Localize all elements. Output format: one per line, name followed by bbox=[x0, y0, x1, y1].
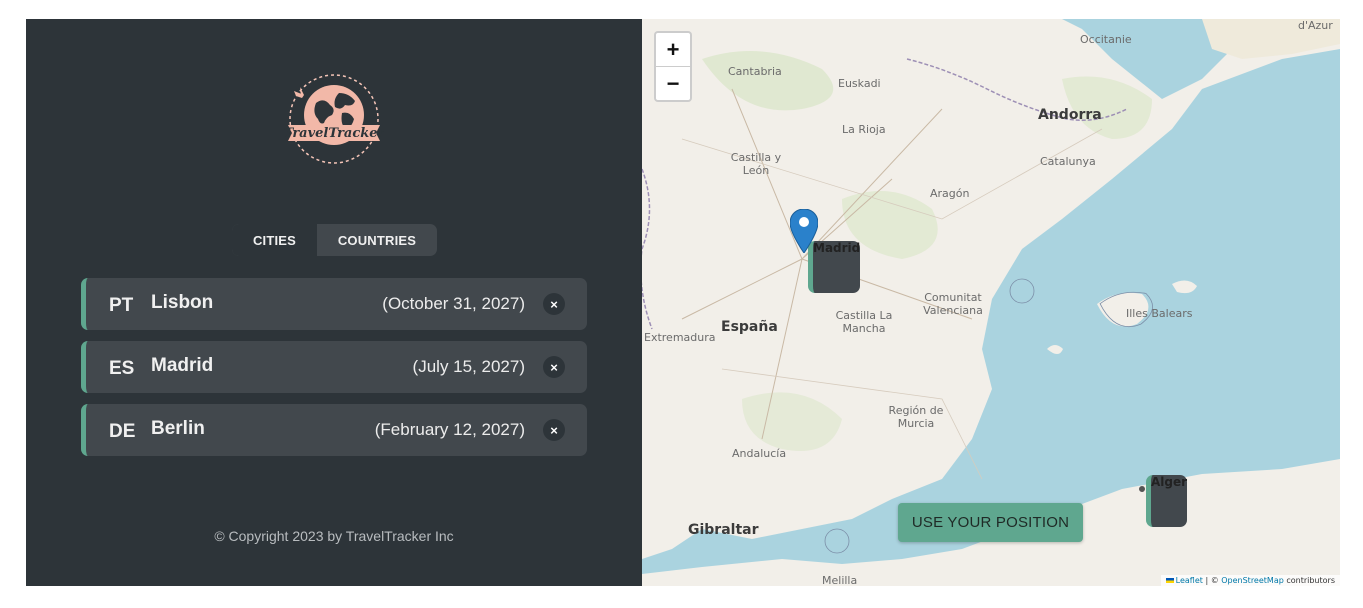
view-tabs: CITIES COUNTRIES bbox=[232, 224, 437, 256]
sidebar: TravelTracker CITIES COUNTRIES PT Lisbon… bbox=[26, 19, 642, 586]
map-tiles bbox=[642, 19, 1340, 586]
zoom-control: + − bbox=[654, 31, 692, 102]
city-item-berlin[interactable]: DE Berlin (February 12, 2027) × bbox=[81, 404, 587, 456]
app-container: TravelTracker CITIES COUNTRIES PT Lisbon… bbox=[26, 19, 1340, 586]
map-label-illes-balears: Illes Balears bbox=[1126, 307, 1193, 320]
map-label-dazur: d'Azur bbox=[1298, 19, 1333, 32]
map-label-andalucia: Andalucía bbox=[732, 447, 787, 460]
openstreetmap-link[interactable]: OpenStreetMap bbox=[1221, 576, 1284, 585]
travel-tracker-logo: TravelTracker bbox=[284, 73, 386, 165]
country-code: PT bbox=[109, 295, 134, 316]
map-label-andorra: Andorra bbox=[1038, 107, 1102, 123]
delete-city-button[interactable]: × bbox=[543, 419, 565, 441]
city-name: Madrid bbox=[151, 355, 214, 376]
ukraine-flag-icon bbox=[1165, 578, 1174, 583]
svg-text:TravelTracker: TravelTracker bbox=[284, 126, 384, 141]
map-label-alger: Alger bbox=[1146, 475, 1188, 527]
map-label-occitanie: Occitanie bbox=[1080, 33, 1132, 46]
map-attribution: Leaflet | © OpenStreetMap contributors bbox=[1160, 575, 1340, 586]
map-view[interactable]: + − Cantabria Euskadi La Rioja Castilla … bbox=[642, 19, 1340, 586]
map-label-extremadura: Extremadura bbox=[644, 331, 716, 344]
map-label-la-rioja: La Rioja bbox=[842, 123, 886, 136]
map-label-euskadi: Euskadi bbox=[838, 77, 881, 90]
tab-cities[interactable]: CITIES bbox=[232, 224, 317, 256]
city-list: PT Lisbon (October 31, 2027) × ES Madrid… bbox=[81, 278, 587, 467]
map-label-castilla-mancha: Castilla La Mancha bbox=[835, 309, 893, 335]
city-item-lisbon[interactable]: PT Lisbon (October 31, 2027) × bbox=[81, 278, 587, 330]
visit-date: (July 15, 2027) bbox=[412, 357, 525, 376]
leaflet-link[interactable]: Leaflet bbox=[1176, 576, 1203, 585]
map-label-castilla-leon: Castilla y León bbox=[730, 151, 782, 177]
use-position-button[interactable]: USE YOUR POSITION bbox=[898, 503, 1083, 542]
map-marker-madrid[interactable] bbox=[789, 208, 819, 254]
visit-date: (October 31, 2027) bbox=[382, 294, 525, 313]
map-label-cantabria: Cantabria bbox=[728, 65, 782, 78]
city-item-madrid[interactable]: ES Madrid (July 15, 2027) × bbox=[81, 341, 587, 393]
map-label-catalunya: Catalunya bbox=[1040, 155, 1096, 168]
copyright-text: © Copyright 2023 by TravelTracker Inc bbox=[214, 528, 454, 544]
zoom-out-button[interactable]: − bbox=[656, 67, 690, 100]
delete-city-button[interactable]: × bbox=[543, 293, 565, 315]
zoom-in-button[interactable]: + bbox=[656, 33, 690, 67]
delete-city-button[interactable]: × bbox=[543, 356, 565, 378]
country-code: DE bbox=[109, 421, 136, 442]
map-label-gibraltar: Gibraltar bbox=[688, 522, 759, 538]
map-label-espana: España bbox=[721, 319, 778, 335]
map-label-aragon: Aragón bbox=[930, 187, 970, 200]
visit-date: (February 12, 2027) bbox=[374, 420, 525, 439]
country-code: ES bbox=[109, 358, 135, 379]
tab-countries[interactable]: COUNTRIES bbox=[317, 224, 437, 256]
city-name: Berlin bbox=[151, 418, 205, 439]
map-label-comunitat-valenciana: Comunitat Valenciana bbox=[923, 291, 983, 317]
map-label-melilla: Melilla bbox=[822, 574, 858, 586]
map-label-region-murcia: Región de Murcia bbox=[888, 404, 944, 430]
city-name: Lisbon bbox=[151, 292, 214, 313]
